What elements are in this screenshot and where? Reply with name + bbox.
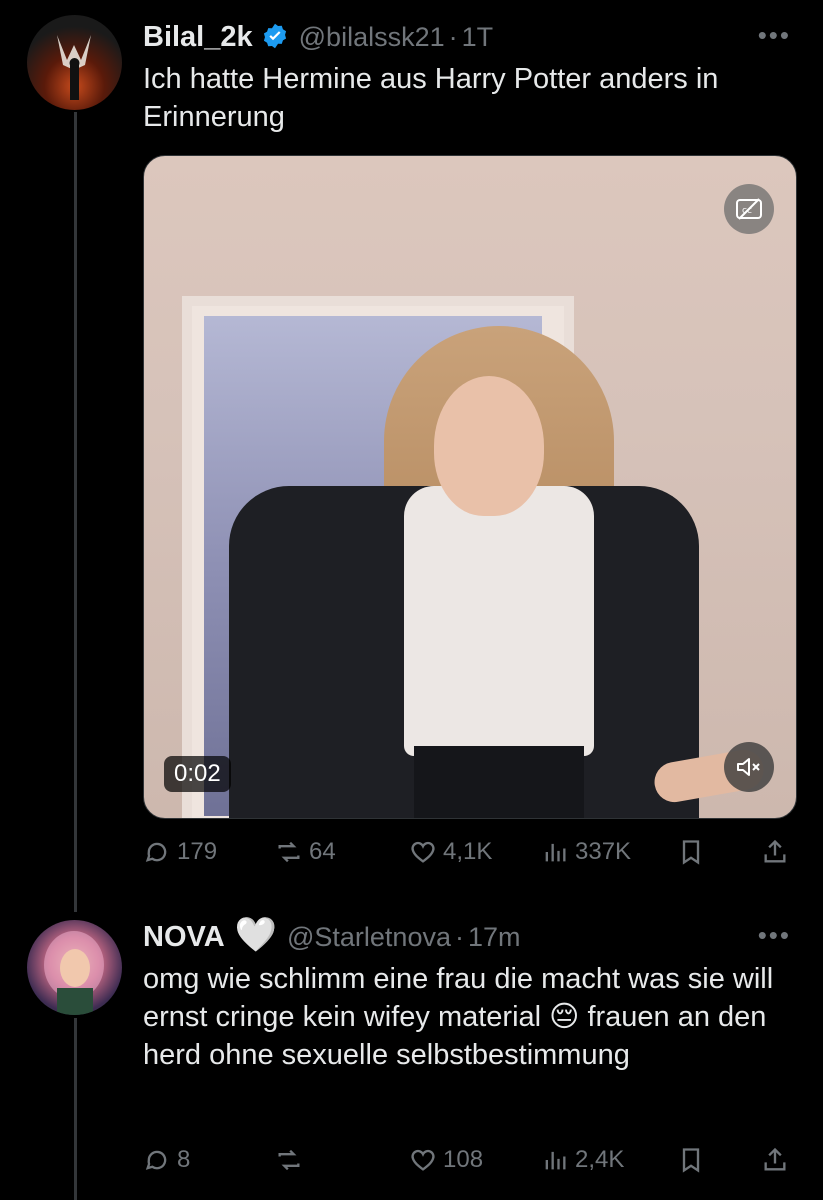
thread-connector: [74, 1018, 77, 1200]
verified-badge-icon: [261, 22, 289, 50]
bookmark-icon: [682, 1148, 700, 1173]
repost-count: 64: [309, 838, 336, 865]
share-button[interactable]: [761, 838, 795, 866]
reply-button[interactable]: 8: [143, 1146, 190, 1174]
repost-button[interactable]: [275, 1146, 309, 1174]
tweet-header: Bilal_2k @bilalssk21 · 1T: [143, 18, 493, 54]
tweet-text: Ich hatte Hermine aus Harry Potter ander…: [143, 63, 719, 133]
timeline: Bilal_2k @bilalssk21 · 1T ••• Ich hatte …: [0, 0, 823, 1200]
avatar-image: [57, 35, 91, 100]
user-handle[interactable]: @bilalssk21: [299, 22, 445, 53]
repost-button[interactable]: 64: [275, 838, 336, 866]
heart-icon: [411, 841, 435, 863]
share-button[interactable]: [761, 1146, 795, 1174]
repost-icon: [278, 1149, 300, 1171]
separator-dot: ·: [448, 22, 458, 52]
user-handle[interactable]: @Starletnova: [287, 922, 451, 953]
views-count: 337K: [575, 838, 632, 865]
like-count: 4,1K: [443, 838, 493, 865]
separator-dot: ·: [454, 922, 464, 952]
video-frame-shirt: [404, 486, 594, 756]
white-heart-icon: 🤍: [234, 916, 277, 954]
views-chart-icon: [545, 1151, 566, 1170]
thread-connector: [74, 112, 77, 912]
like-button[interactable]: 108: [409, 1146, 483, 1174]
reply-count: 8: [177, 1146, 191, 1173]
captions-off-icon[interactable]: cc: [724, 184, 774, 234]
more-options-icon[interactable]: •••: [758, 920, 791, 951]
share-icon: [764, 839, 786, 863]
views-button[interactable]: 337K: [541, 838, 631, 866]
bookmark-button[interactable]: [677, 838, 711, 866]
avatar[interactable]: [27, 15, 122, 110]
avatar[interactable]: [27, 920, 122, 1015]
display-name[interactable]: NOVA: [143, 921, 225, 954]
tweet-actions: 179 64 4,1K 337K: [143, 838, 798, 878]
video-player[interactable]: cc 0:02: [143, 155, 797, 819]
repost-icon: [278, 841, 300, 863]
more-options-icon[interactable]: •••: [758, 20, 791, 51]
speaker-muted-icon[interactable]: [724, 742, 774, 792]
reply-icon: [145, 842, 167, 862]
share-icon: [764, 1147, 786, 1171]
bookmark-icon: [682, 840, 700, 865]
display-name[interactable]: Bilal_2k: [143, 21, 253, 54]
reply-icon: [145, 1150, 167, 1170]
heart-icon: [411, 1149, 435, 1171]
tweet-actions: 8 108 2,4K: [143, 1146, 798, 1186]
tweet-header: NOVA 🤍 @Starletnova · 17m: [143, 918, 521, 954]
like-count: 108: [443, 1146, 484, 1173]
video-duration: 0:02: [164, 756, 231, 792]
reply-button[interactable]: 179: [143, 838, 217, 866]
video-frame-skirt: [414, 746, 584, 818]
views-count: 2,4K: [575, 1146, 625, 1173]
bookmark-button[interactable]: [677, 1146, 711, 1174]
avatar-image: [44, 931, 104, 1015]
video-frame-face: [434, 376, 544, 516]
reply-count: 179: [177, 838, 218, 865]
timestamp[interactable]: 17m: [468, 922, 521, 953]
tweet-text: omg wie schlimm eine frau die macht was …: [143, 963, 774, 1071]
views-chart-icon: [545, 843, 566, 862]
timestamp[interactable]: 1T: [462, 22, 494, 53]
views-button[interactable]: 2,4K: [541, 1146, 624, 1174]
like-button[interactable]: 4,1K: [409, 838, 492, 866]
